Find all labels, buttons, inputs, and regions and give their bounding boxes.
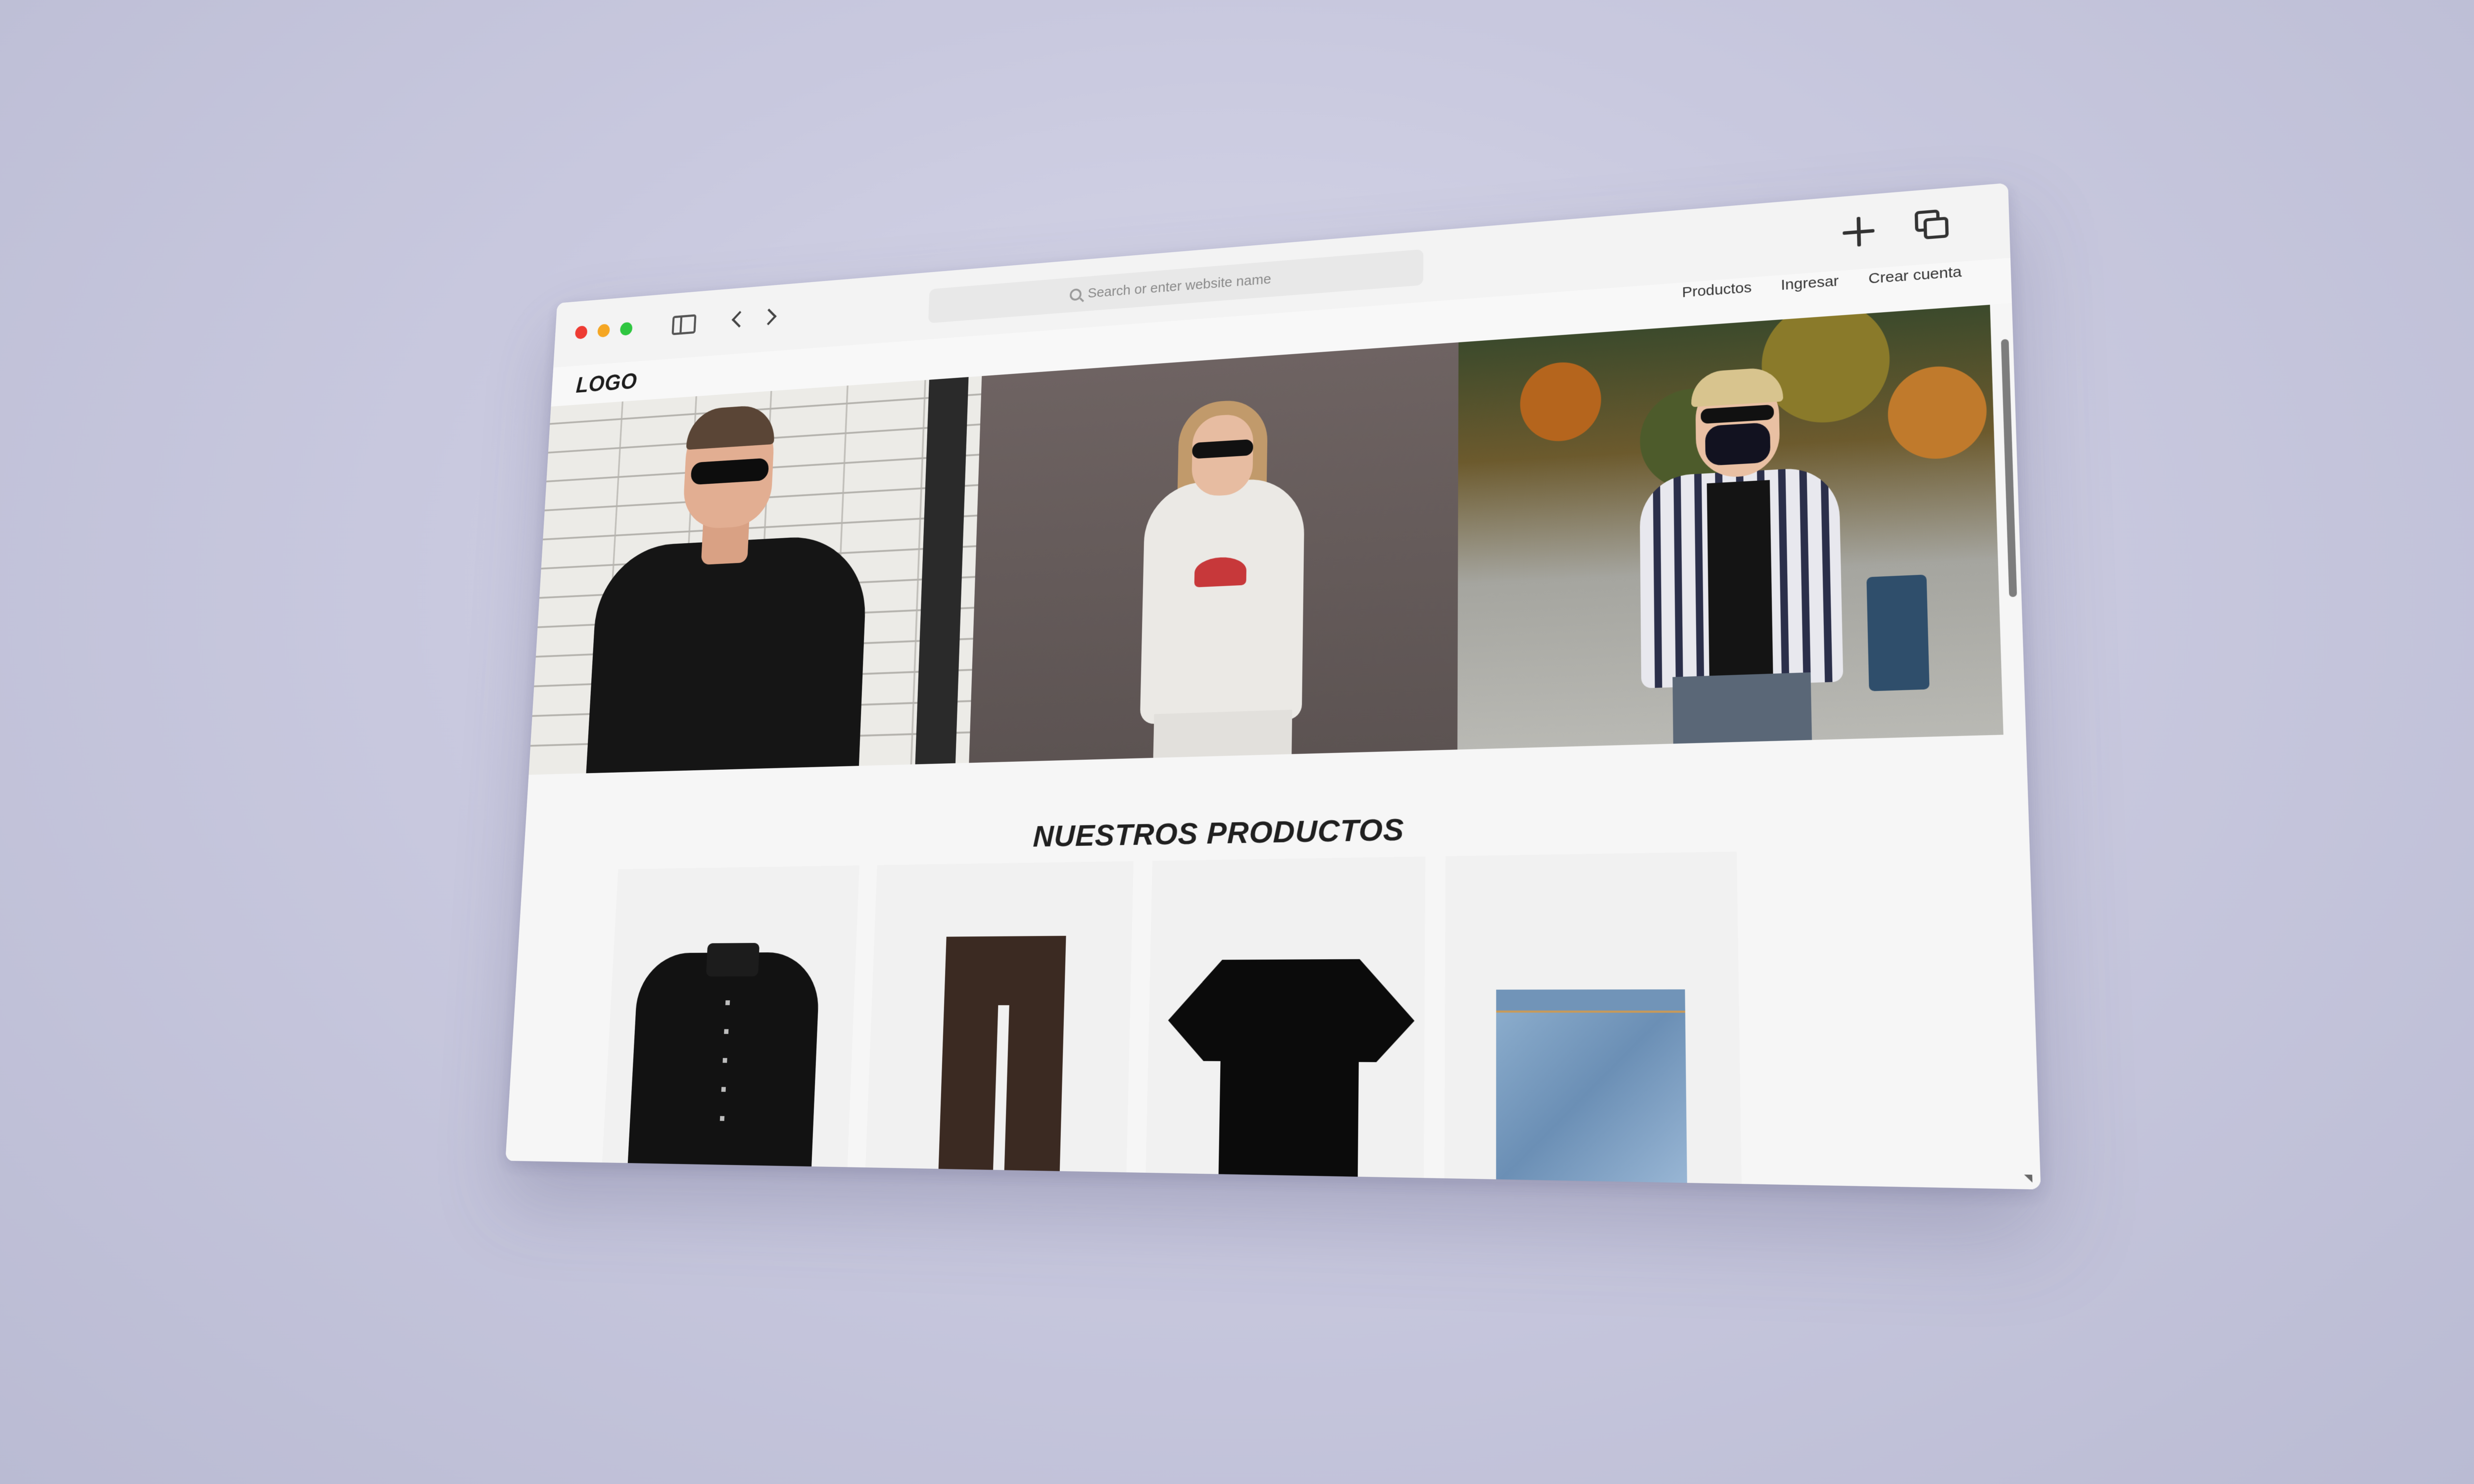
back-arrow-icon[interactable]	[731, 311, 748, 328]
sidebar-toggle-icon[interactable]	[671, 314, 697, 335]
window-controls	[574, 322, 633, 340]
forward-arrow-icon[interactable]	[761, 308, 777, 325]
resize-handle-icon[interactable]	[2024, 1174, 2033, 1183]
product-card-tshirt[interactable]	[1144, 856, 1426, 1190]
product-card-jeans[interactable]	[1444, 851, 1743, 1190]
nav-link-productos[interactable]: Productos	[1682, 279, 1752, 301]
maximize-window-button[interactable]	[619, 322, 633, 336]
web-page: LOGO Productos Ingresar Crear cuenta NUE…	[505, 258, 2041, 1190]
site-logo[interactable]: LOGO	[575, 368, 638, 398]
product-grid	[600, 851, 1743, 1190]
minimize-window-button[interactable]	[597, 324, 610, 338]
plus-icon[interactable]	[1842, 216, 1875, 248]
product-card-trousers[interactable]	[864, 861, 1134, 1190]
stage: Search or enter website name LOGO Produc…	[0, 0, 2474, 1484]
nav-link-ingresar[interactable]: Ingresar	[1781, 273, 1839, 294]
hero-image-man-black-tee	[528, 376, 982, 775]
address-placeholder: Search or enter website name	[1087, 271, 1272, 301]
nav-link-crear-cuenta[interactable]: Crear cuenta	[1868, 264, 1962, 287]
browser-window: Search or enter website name LOGO Produc…	[505, 183, 2041, 1190]
close-window-button[interactable]	[574, 325, 588, 340]
section-title: NUESTROS PRODUCTOS	[1032, 812, 1405, 854]
tabs-icon[interactable]	[1914, 209, 1950, 241]
hero-image-man-plaid	[1457, 305, 2003, 750]
hero-image-woman-hoodie	[969, 342, 1459, 763]
product-card-jacket[interactable]	[600, 865, 859, 1190]
search-icon	[1069, 288, 1082, 301]
page-scrollbar[interactable]	[2000, 339, 2017, 598]
